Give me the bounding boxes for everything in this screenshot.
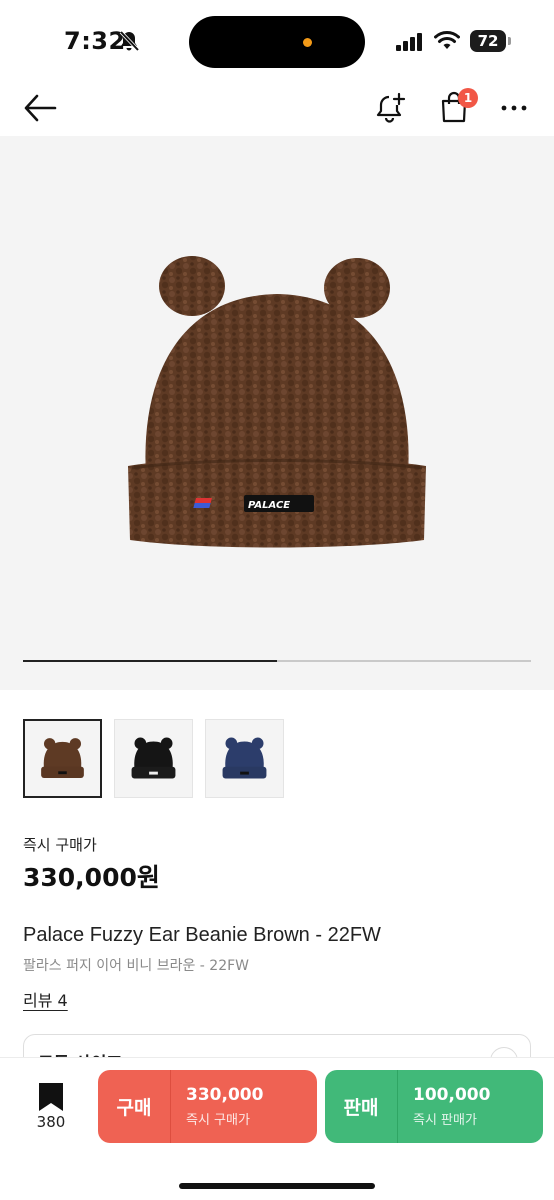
- back-button[interactable]: [20, 88, 60, 128]
- privacy-indicator: [303, 38, 312, 47]
- product-image: PALACE: [128, 256, 426, 548]
- sell-button-price: 100,000: [413, 1085, 491, 1105]
- thumbnail-navy-image: [222, 737, 267, 779]
- buy-button-price: 330,000: [186, 1085, 264, 1105]
- price-alert-button[interactable]: [370, 86, 412, 128]
- instant-buy-price: 330,000원: [23, 863, 160, 892]
- thumbnail-black-image: [131, 737, 176, 779]
- wishlist-count: 380: [36, 1113, 66, 1131]
- battery-indicator: 72: [470, 30, 506, 52]
- thumbnail-navy[interactable]: [205, 719, 284, 798]
- status-time: 7:32: [64, 27, 126, 55]
- wifi-icon: [434, 31, 460, 49]
- back-arrow-icon: [24, 94, 57, 122]
- thumbnail-list: [23, 719, 284, 798]
- thumbnail-black[interactable]: [114, 719, 193, 798]
- instant-buy-price-label: 즉시 구매가: [23, 836, 97, 854]
- signal-icon: [396, 33, 422, 51]
- dynamic-island: [189, 16, 365, 68]
- buy-button-divider: [170, 1070, 171, 1143]
- battery-cap: [508, 37, 511, 45]
- thumbnail-brown[interactable]: [23, 719, 102, 798]
- carousel-progress-track: [23, 660, 531, 662]
- buy-button-subtitle: 즉시 구매가: [186, 1113, 250, 1128]
- product-name-en: Palace Fuzzy Ear Beanie Brown - 22FW: [23, 924, 381, 946]
- cart-count-badge: 1: [458, 88, 478, 108]
- product-image-carousel[interactable]: PALACE: [0, 136, 554, 690]
- more-icon: [501, 105, 527, 111]
- bell-slash-icon: [119, 30, 140, 52]
- review-link[interactable]: 리뷰 4: [23, 987, 68, 1011]
- sell-button[interactable]: 판매 100,000 즉시 판매가: [325, 1070, 543, 1143]
- status-bar: 7:32 72: [0, 0, 554, 80]
- brand-patch-text: PALACE: [248, 500, 290, 511]
- home-indicator: [179, 1183, 375, 1189]
- wishlist-button[interactable]: 380: [24, 1082, 78, 1134]
- sell-button-divider: [397, 1070, 398, 1143]
- product-name-ko: 팔라스 퍼지 이어 비니 브라운 - 22FW: [23, 958, 250, 974]
- buy-button-label: 구매: [116, 1097, 152, 1119]
- buy-button[interactable]: 구매 330,000 즉시 구매가: [98, 1070, 317, 1143]
- sell-button-label: 판매: [343, 1097, 379, 1119]
- bell-plus-icon: [376, 92, 406, 123]
- bookmark-icon: [39, 1083, 63, 1111]
- sell-button-subtitle: 즉시 판매가: [413, 1113, 477, 1128]
- more-options-button[interactable]: [494, 88, 534, 128]
- thumbnail-brown-image: [41, 738, 84, 778]
- carousel-progress-fill: [23, 660, 277, 662]
